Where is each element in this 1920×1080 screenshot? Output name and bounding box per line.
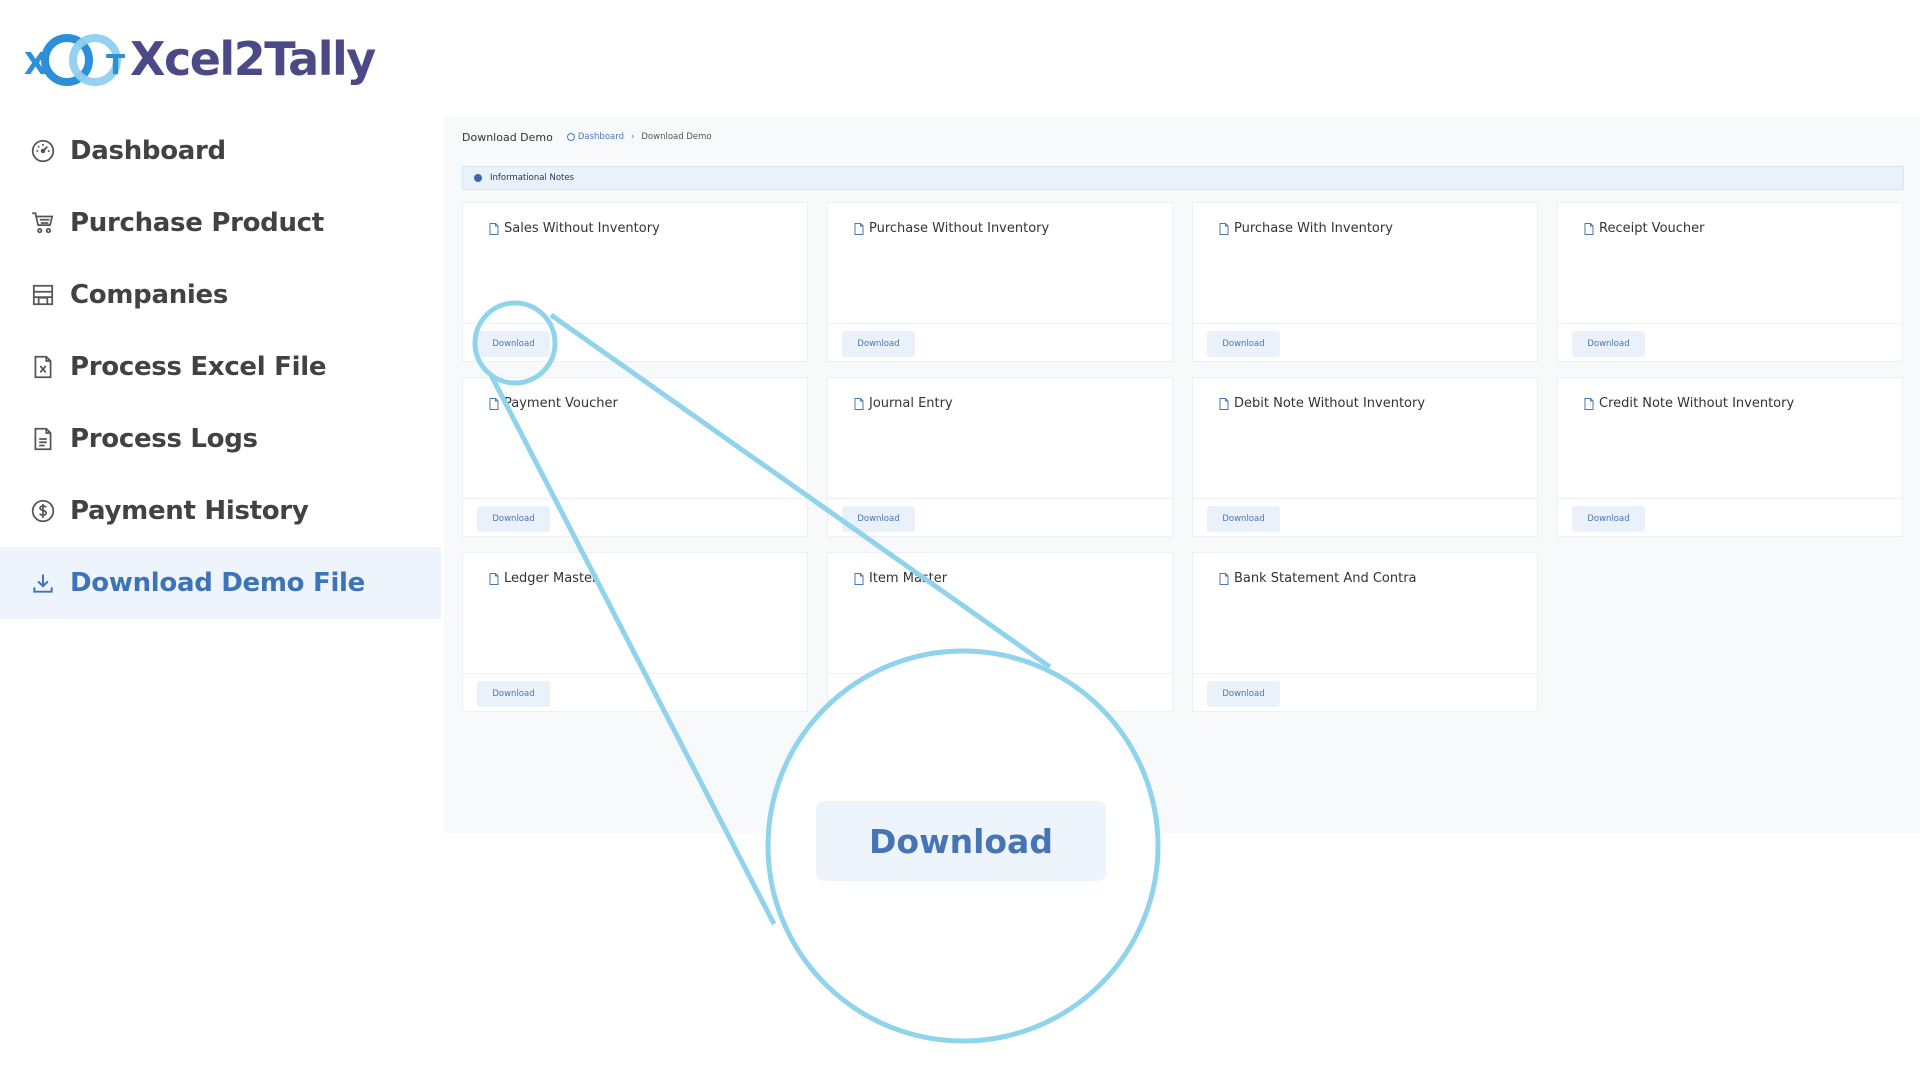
card-divider xyxy=(828,673,1172,674)
demo-card: Purchase Without Inventory Download xyxy=(827,202,1173,362)
download-button[interactable]: Download xyxy=(842,331,915,357)
download-button[interactable]: Download xyxy=(1207,331,1280,357)
sidebar-item-label: Download Demo File xyxy=(70,568,365,598)
demo-card: Purchase With Inventory Download xyxy=(1192,202,1538,362)
page-header: Download Demo Dashboard › Download Demo xyxy=(462,131,712,144)
file-icon xyxy=(489,397,499,410)
sidebar-item-download-demo-file[interactable]: Download Demo File xyxy=(0,547,441,619)
download-button[interactable]: Download xyxy=(477,681,550,707)
sidebar-item-purchase-product[interactable]: Purchase Product xyxy=(0,187,441,259)
zoomed-download-button[interactable]: Download xyxy=(816,801,1106,881)
file-icon xyxy=(1219,222,1229,235)
file-icon xyxy=(489,222,499,235)
download-button[interactable]: Download xyxy=(842,506,915,532)
breadcrumb-current: Download Demo xyxy=(641,132,712,142)
demo-card: Bank Statement And Contra Download xyxy=(1192,552,1538,712)
cart-icon xyxy=(30,210,56,236)
logo-text: Xcel2Tally xyxy=(130,32,376,86)
breadcrumb-separator-icon: › xyxy=(630,132,635,142)
card-divider xyxy=(828,498,1172,499)
dollar-circle-icon xyxy=(30,498,56,524)
document-icon xyxy=(30,426,56,452)
demo-card: Debit Note Without Inventory Download xyxy=(1192,377,1538,537)
sidebar-item-dashboard[interactable]: Dashboard xyxy=(0,115,441,187)
card-divider xyxy=(1193,323,1537,324)
sidebar-item-companies[interactable]: Companies xyxy=(0,259,441,331)
page-title: Download Demo xyxy=(462,131,553,144)
file-icon xyxy=(854,222,864,235)
demo-card: Journal Entry Download xyxy=(827,377,1173,537)
card-divider xyxy=(1193,498,1537,499)
sidebar-item-process-excel-file[interactable]: Process Excel File xyxy=(0,331,441,403)
sidebar-item-label: Process Logs xyxy=(70,424,258,454)
demo-card-title: Payment Voucher xyxy=(504,396,618,411)
card-divider xyxy=(463,498,807,499)
demo-card-title: Purchase With Inventory xyxy=(1234,221,1393,236)
download-icon xyxy=(30,570,56,596)
demo-card-title: Bank Statement And Contra xyxy=(1234,571,1417,586)
download-button[interactable]: Download xyxy=(1572,331,1645,357)
download-button[interactable]: Download xyxy=(1207,681,1280,707)
svg-text:T: T xyxy=(106,48,125,81)
demo-card: Credit Note Without Inventory Download xyxy=(1557,377,1903,537)
card-divider xyxy=(828,323,1172,324)
sidebar-item-payment-history[interactable]: Payment History xyxy=(0,475,441,547)
app-logo[interactable]: X T Xcel2Tally xyxy=(22,30,376,88)
file-icon xyxy=(854,572,864,585)
info-dot-icon xyxy=(474,174,482,182)
card-divider xyxy=(463,323,807,324)
demo-card-title: Credit Note Without Inventory xyxy=(1599,396,1795,411)
demo-card-title: Sales Without Inventory xyxy=(504,221,660,236)
demo-card: Ledger Master Download xyxy=(462,552,808,712)
card-divider xyxy=(1558,498,1902,499)
demo-card-title: Receipt Voucher xyxy=(1599,221,1705,236)
store-icon xyxy=(30,282,56,308)
file-icon xyxy=(1584,222,1594,235)
speedometer-icon xyxy=(30,138,56,164)
sidebar-item-label: Payment History xyxy=(70,496,309,526)
demo-card: Receipt Voucher Download xyxy=(1557,202,1903,362)
file-icon xyxy=(489,572,499,585)
demo-card-title: Item Master xyxy=(869,571,948,586)
download-button[interactable]: Download xyxy=(477,331,550,357)
download-button[interactable]: Download xyxy=(477,506,550,532)
file-icon xyxy=(1219,572,1229,585)
demo-card: Item Master xyxy=(827,552,1173,712)
sidebar: Dashboard Purchase Product Companies Pro… xyxy=(0,115,441,619)
sidebar-item-process-logs[interactable]: Process Logs xyxy=(0,403,441,475)
breadcrumb: Dashboard › Download Demo xyxy=(566,132,712,142)
sidebar-item-label: Process Excel File xyxy=(70,352,327,382)
breadcrumb-home-link[interactable]: Dashboard xyxy=(578,132,624,142)
file-icon xyxy=(854,397,864,410)
demo-card-title: Debit Note Without Inventory xyxy=(1234,396,1426,411)
sidebar-item-label: Companies xyxy=(70,280,229,310)
card-divider xyxy=(1193,673,1537,674)
home-icon xyxy=(566,133,575,141)
demo-card-title: Ledger Master xyxy=(504,571,598,586)
sidebar-item-label: Purchase Product xyxy=(70,208,324,238)
download-button[interactable]: Download xyxy=(1572,506,1645,532)
file-icon xyxy=(1584,397,1594,410)
sidebar-item-label: Dashboard xyxy=(70,136,226,166)
card-divider xyxy=(1558,323,1902,324)
demo-card: Sales Without Inventory Download xyxy=(462,202,808,362)
informational-notes-label: Informational Notes xyxy=(490,173,575,183)
informational-notes-bar[interactable]: Informational Notes xyxy=(462,166,1904,190)
demo-card: Payment Voucher Download xyxy=(462,377,808,537)
download-button[interactable]: Download xyxy=(1207,506,1280,532)
demo-card-title: Purchase Without Inventory xyxy=(869,221,1050,236)
card-divider xyxy=(463,673,807,674)
excel-file-icon xyxy=(30,354,56,380)
xcel2tally-logo-mark: X T xyxy=(24,34,125,86)
demo-card-title: Journal Entry xyxy=(869,396,953,411)
main-content: Download Demo Dashboard › Download Demo … xyxy=(444,117,1920,833)
file-icon xyxy=(1219,397,1229,410)
